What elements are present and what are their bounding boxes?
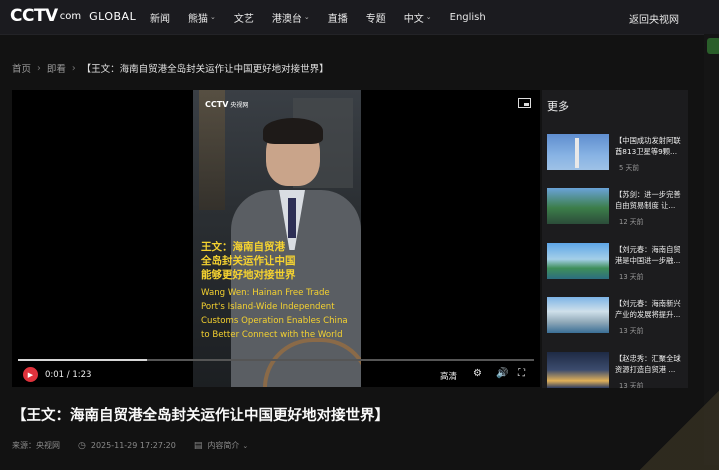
time-display: 0:01 / 1:23 (45, 370, 92, 380)
sidebar-title: 更多 (547, 100, 569, 113)
clock-icon: ◷ (78, 440, 86, 451)
summary-toggle[interactable]: ▤ 内容简介 ⌄ (194, 440, 248, 451)
item-title[interactable]: 【刘元春：海南自贸港是中国进一步融... (615, 244, 685, 266)
item-time: 5 天前 (619, 164, 640, 172)
chevron-down-icon: ⌄ (303, 13, 310, 21)
chevron-down-icon: ⌄ (210, 13, 216, 21)
breadcrumb-separator: › (37, 62, 41, 74)
article-meta: 来源：央视网 ◷ 2025-11-29 17:27:20 ▤ 内容简介 ⌄ (12, 440, 266, 451)
document-icon: ▤ (193, 440, 203, 451)
thumbnail[interactable] (547, 243, 609, 279)
back-to-cctv-link[interactable]: 返回央视网 (629, 11, 679, 26)
item-title[interactable]: 【苏剑：进一步完善自由贸易制度 让... (615, 189, 685, 211)
breadcrumb-home[interactable]: 首页 (12, 61, 31, 75)
list-item[interactable]: 【苏剑：进一步完善自由贸易制度 让... 12 天前 (547, 188, 685, 236)
progress-fill (18, 359, 147, 361)
breadcrumb-section[interactable]: 即看 (47, 61, 66, 75)
caption-chinese: 王文：海南自贸港 全岛封关运作让中国 能够更好地对接世界 (201, 241, 296, 281)
gear-icon[interactable]: ⚙ (473, 368, 482, 379)
video-watermark: CCTV 央视网 (205, 100, 249, 109)
item-time: 13 天前 (619, 382, 644, 388)
pip-icon[interactable] (518, 98, 531, 108)
video-frame[interactable]: CCTV 央视网 王文：海南自贸港 全岛封关运作让中国 能够更好地对接世界 Wan… (193, 90, 361, 387)
cctv-logo[interactable]: CCTV com GLOBAL (10, 6, 136, 26)
list-item[interactable]: 【刘元春：海南自贸港是中国进一步融... 13 天前 (547, 243, 685, 291)
item-time: 13 天前 (619, 327, 644, 335)
nav-item-live[interactable]: 直播 (328, 10, 348, 25)
more-sidebar: 更多 【中国成功发射阿联酋813卫星等9颗... 5 天前 【苏剑：进一步完善自… (542, 90, 688, 388)
top-nav: CCTV com GLOBAL 新闻 熊猫 ⌄ 文艺 港澳台 ⌄ 直播 专题 中文 ⌄… (0, 0, 719, 35)
breadcrumb: 首页 › 即看 › 【王文：海南自贸港全岛封关运作让中国更好地对接世界】 (12, 61, 329, 76)
chevron-down-icon: ⌄ (242, 441, 249, 450)
article-headline: 【王文：海南自贸港全岛封关运作让中国更好地对接世界】 (12, 408, 389, 424)
video-player[interactable]: CCTV 央视网 王文：海南自贸港 全岛封关运作让中国 能够更好地对接世界 Wan… (12, 90, 540, 387)
item-title[interactable]: 【赵忠秀：汇聚全球资源打造自贸港 ... (615, 353, 685, 375)
nav-item-chinese[interactable]: 中文 ⌄ (404, 10, 432, 25)
logo-com: com (59, 10, 82, 22)
publish-time: ◷ 2025-11-29 17:27:20 (78, 440, 176, 451)
list-item[interactable]: 【中国成功发射阿联酋813卫星等9颗... 5 天前 (547, 134, 685, 182)
thumbnail[interactable] (547, 188, 609, 224)
nav-item-english[interactable]: English (450, 12, 486, 23)
source-label: 来源：央视网 (12, 441, 60, 450)
nav-item-news[interactable]: 新闻 (150, 10, 170, 25)
thumbnail[interactable] (547, 297, 609, 333)
logo-global: GLOBAL (89, 9, 137, 23)
logo-text: CCTV (10, 6, 58, 26)
breadcrumb-separator: › (71, 62, 76, 74)
side-badge[interactable] (707, 38, 719, 54)
nav-item-panda[interactable]: 熊猫 ⌄ (188, 10, 216, 25)
item-time: 13 天前 (619, 273, 644, 281)
nav-item-hkmt[interactable]: 港澳台 ⌄ (272, 10, 310, 25)
list-item[interactable]: 【赵忠秀：汇聚全球资源打造自贸港 ... 13 天前 (547, 352, 685, 388)
nav-item-arts[interactable]: 文艺 (234, 10, 254, 25)
nav-item-topics[interactable]: 专题 (366, 10, 386, 25)
item-title[interactable]: 【中国成功发射阿联酋813卫星等9颗... (615, 135, 685, 157)
quality-selector[interactable]: 高清 (440, 370, 457, 382)
main-nav: 新闻 熊猫 ⌄ 文艺 港澳台 ⌄ 直播 专题 中文 ⌄ English (150, 0, 504, 34)
item-time: 12 天前 (619, 218, 644, 226)
list-item[interactable]: 【刘元春：海南新兴产业的发展将提升... 13 天前 (547, 297, 685, 345)
breadcrumb-current: 【王文：海南自贸港全岛封关运作让中国更好地对接世界】 (81, 64, 329, 75)
play-logo-icon[interactable]: ▶ (23, 367, 38, 382)
volume-icon[interactable]: 🔊 (496, 368, 508, 379)
thumbnail[interactable] (547, 134, 609, 170)
caption-english: Wang Wen: Hainan Free Trade Port's Islan… (201, 288, 348, 340)
fullscreen-icon[interactable]: ⛶ (518, 368, 525, 379)
item-title[interactable]: 【刘元春：海南新兴产业的发展将提升... (615, 298, 685, 320)
chevron-down-icon: ⌄ (425, 13, 432, 21)
thumbnail[interactable] (547, 352, 609, 388)
progress-bar[interactable] (18, 359, 534, 361)
